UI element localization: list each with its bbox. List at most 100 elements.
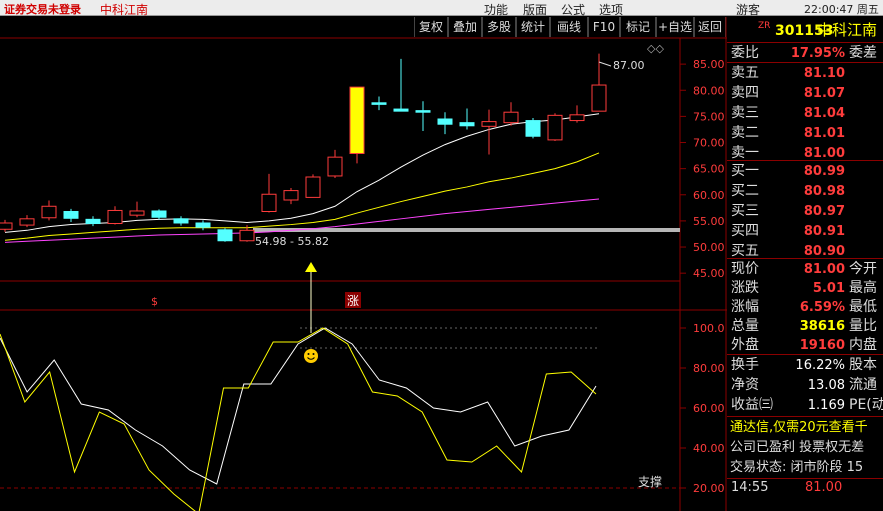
buy-value: 80.98 (803, 184, 845, 199)
user-label[interactable]: 游客 (736, 1, 760, 18)
weicha-label: 委差 (849, 45, 877, 61)
candle[interactable] (349, 86, 365, 164)
candle[interactable] (481, 109, 497, 155)
ad-row[interactable]: 通达信,仅需20元查看千 (727, 418, 883, 438)
buy-label: 买五 (731, 243, 759, 259)
sell-value: 81.01 (803, 126, 845, 141)
candle[interactable] (547, 113, 563, 141)
price-tick-label: 50.00 (693, 241, 725, 254)
indicator-axis: 100.0 80.00 60.00 40.00 20.00 (680, 322, 725, 495)
stat-label2: 内盘 (849, 337, 877, 353)
range-label: 54.98 - 55.82 (255, 235, 329, 248)
stat-label2: 最高 (849, 280, 877, 296)
candle-body (239, 229, 255, 242)
quote-divider (727, 160, 883, 161)
candle[interactable] (107, 206, 123, 225)
candle[interactable] (459, 108, 475, 130)
candle[interactable] (283, 187, 299, 205)
quote-divider (727, 416, 883, 417)
price-axis: 85.00 80.00 75.00 70.00 65.00 60.00 55.00 50.00… (680, 58, 725, 280)
buy-row: 买二 80.98 (727, 181, 883, 201)
ad-text[interactable]: 通达信,仅需20元查看千 (730, 421, 868, 434)
buy-label: 买三 (731, 203, 759, 219)
indicator-tick-label: 80.00 (693, 362, 725, 375)
quote-divider (727, 354, 883, 355)
stat-label: 涨幅 (731, 299, 759, 315)
price-tick-label: 60.00 (693, 189, 725, 202)
candle[interactable] (371, 96, 387, 111)
stat-label: 涨跌 (731, 280, 759, 296)
candle-body (547, 114, 563, 141)
candle-body (591, 84, 607, 112)
buy-value: 80.99 (803, 164, 845, 179)
stat-row: 外盘 19160 内盘 (727, 335, 883, 355)
stat-value: 81.00 (803, 262, 845, 277)
candle[interactable] (305, 174, 321, 198)
quote-divider (727, 42, 883, 43)
sell-value: 81.07 (803, 86, 845, 101)
diamond-icon[interactable]: ◇◇ (647, 42, 664, 55)
sell-label: 卖三 (731, 105, 759, 121)
candle[interactable] (0, 219, 13, 232)
price-tick-label: 75.00 (693, 110, 725, 123)
fund-label2: PE(动 (849, 397, 883, 413)
fund-label2: 流通 (849, 377, 877, 393)
ma-white-line (4, 113, 600, 233)
candle-body (195, 222, 211, 228)
candle[interactable] (217, 228, 233, 242)
candle-body (415, 110, 431, 113)
candle-body (129, 210, 145, 216)
clock: 22:00:47 周五 (804, 3, 879, 16)
buy-value: 80.91 (803, 224, 845, 239)
candle[interactable] (569, 105, 585, 123)
sell-row: 卖二 81.01 (727, 123, 883, 143)
candle[interactable] (85, 216, 101, 227)
ma-yellow-line (4, 152, 600, 241)
fund-label: 换手 (731, 357, 759, 373)
candle-body (63, 210, 79, 219)
candle[interactable] (525, 117, 541, 139)
candle-body (481, 121, 497, 127)
candle[interactable] (63, 208, 79, 222)
fund-value: 13.08 (807, 378, 845, 393)
indicator-white-line (0, 327, 597, 485)
candle[interactable] (503, 102, 519, 126)
candle[interactable] (41, 200, 57, 221)
buy-row: 买一 80.99 (727, 161, 883, 181)
chart-area[interactable]: 85.00 80.00 75.00 70.00 65.00 60.00 55.00 50.00… (0, 0, 727, 511)
candle[interactable] (129, 201, 145, 218)
fund-value: 1.169 (807, 398, 845, 413)
candle[interactable] (393, 58, 409, 112)
candle[interactable] (327, 149, 343, 179)
buy-label: 买一 (731, 163, 759, 179)
sell-row: 卖四 81.07 (727, 83, 883, 103)
sell-value: 81.10 (803, 66, 845, 81)
zhang-marker: 涨 (347, 293, 359, 308)
last-price: 81.00 (805, 480, 843, 495)
stat-value: 38616 (799, 319, 845, 334)
candle[interactable] (19, 215, 35, 228)
candle[interactable] (415, 101, 431, 132)
sell-label: 卖五 (731, 65, 759, 81)
candle[interactable] (173, 216, 189, 226)
candle-body (393, 108, 409, 112)
app-window: 证券交易未登录 中科江南 功能 版面 公式 选项 游客 22:00:47 周五 … (0, 0, 883, 511)
candlesticks (0, 53, 607, 242)
candle[interactable] (437, 112, 453, 135)
candle[interactable] (195, 220, 211, 231)
stat-label2: 最低 (849, 299, 877, 315)
fund-label: 净资 (731, 377, 759, 393)
fund-label: 收益㈢ (731, 397, 773, 413)
indicator-gridlines (0, 327, 680, 489)
candle-body (19, 218, 35, 226)
info-row-2: 交易状态: 闭市阶段 15 (727, 458, 883, 478)
stat-label: 外盘 (731, 337, 759, 353)
candle[interactable] (151, 209, 167, 220)
stat-label2: 量比 (849, 318, 877, 334)
price-tick-label: 70.00 (693, 137, 725, 150)
sell-label: 卖一 (731, 145, 759, 161)
stat-label: 总量 (731, 318, 759, 334)
candle[interactable] (261, 173, 277, 213)
price-tick-label: 80.00 (693, 84, 725, 97)
price-tick-label: 45.00 (693, 267, 725, 280)
